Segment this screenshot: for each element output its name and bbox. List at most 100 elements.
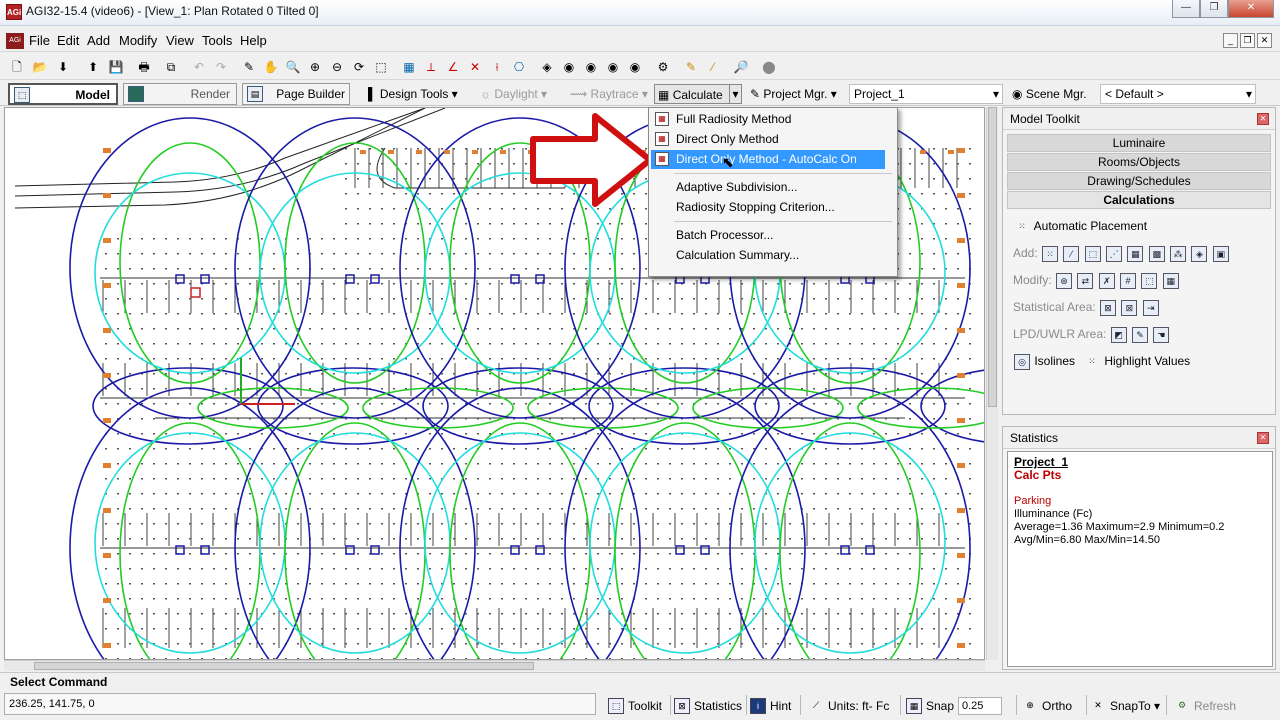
axis-icon[interactable]: ✕ bbox=[466, 58, 484, 76]
project-select[interactable]: Project_1 ▾ bbox=[849, 84, 1003, 104]
calc-point-icon[interactable]: ◈ bbox=[1191, 245, 1208, 262]
menu-view[interactable]: View bbox=[166, 33, 194, 48]
mdi-restore-button[interactable]: ❐ bbox=[1240, 33, 1255, 48]
lpd-edit-icon[interactable]: ✎ bbox=[1132, 326, 1149, 343]
scene-select[interactable]: < Default > ▾ bbox=[1100, 84, 1256, 104]
pan-icon[interactable]: ✋ bbox=[262, 58, 280, 76]
scroll-thumb[interactable] bbox=[34, 662, 534, 670]
toolkit-tab-drawing-schedules[interactable]: Drawing/Schedules bbox=[1007, 172, 1271, 190]
tab-render[interactable]: Render bbox=[123, 83, 237, 105]
toolkit-tab-luminaire[interactable]: Luminaire bbox=[1007, 134, 1271, 152]
snapto-button[interactable]: ✕ SnapTo ▾ bbox=[1088, 695, 1160, 717]
nav-icon-4[interactable]: ◉ bbox=[604, 58, 622, 76]
lpd-chart-icon[interactable]: ◩ bbox=[1110, 326, 1127, 343]
calc-object-icon[interactable]: ▩ bbox=[1148, 245, 1165, 262]
project-manager-button[interactable]: ✎ Project Mgr. ▾ bbox=[750, 84, 837, 104]
new-file-icon[interactable]: 🗋 bbox=[8, 58, 26, 76]
hint-toggle-button[interactable]: i Hint bbox=[748, 695, 791, 717]
daylight-button[interactable]: ☼ Daylight ▾ bbox=[480, 84, 547, 104]
stat-area-icon[interactable]: ⊠ bbox=[1100, 299, 1117, 316]
print-icon[interactable]: 🖶 bbox=[135, 58, 153, 76]
document-menu-icon[interactable]: AGi bbox=[6, 33, 24, 49]
menu-help[interactable]: Help bbox=[240, 33, 267, 48]
menu-item-direct-only[interactable]: ▦ Direct Only Method bbox=[651, 130, 895, 149]
toolkit-tab-calculations[interactable]: Calculations bbox=[1007, 191, 1271, 209]
calc-auto-icon[interactable]: ⁂ bbox=[1170, 245, 1187, 262]
menu-item-direct-only-autocalc[interactable]: ▦ Direct Only Method - AutoCalc On bbox=[651, 150, 885, 169]
menu-edit[interactable]: Edit bbox=[57, 33, 79, 48]
export-icon[interactable]: ⬆ bbox=[84, 58, 102, 76]
lpd-select-icon[interactable]: ☚ bbox=[1153, 326, 1170, 343]
calc-line-icon[interactable]: ⁄ bbox=[1063, 245, 1080, 262]
view-orbit-icon[interactable]: ⟳ bbox=[350, 58, 368, 76]
calc-grid-icon[interactable]: ⁙ bbox=[1042, 245, 1059, 262]
menu-tools[interactable]: Tools bbox=[202, 33, 232, 48]
menu-item-full-radiosity[interactable]: ▦ Full Radiosity Method bbox=[651, 110, 895, 129]
angle-icon[interactable]: ∠ bbox=[444, 58, 462, 76]
pencil-icon[interactable]: ✎ bbox=[240, 58, 258, 76]
close-icon[interactable]: ✕ bbox=[1257, 113, 1269, 125]
view-3d-icon[interactable]: ⬚ bbox=[372, 58, 390, 76]
design-tools-button[interactable]: ▌ Design Tools ▾ bbox=[368, 84, 458, 104]
refresh-button[interactable]: ⚙ Refresh bbox=[1172, 695, 1236, 717]
save-icon[interactable]: 💾 bbox=[107, 58, 125, 76]
nav-icon-1[interactable]: ◈ bbox=[538, 58, 556, 76]
measure-icon[interactable]: ⟂ bbox=[422, 58, 440, 76]
ucs-icon[interactable]: ⟊ bbox=[488, 58, 506, 76]
calc-polygon-icon[interactable]: ⋰ bbox=[1106, 245, 1123, 262]
help-icon[interactable]: ⬤ bbox=[760, 58, 778, 76]
highlight-values-button[interactable]: ⁙ Highlight Values bbox=[1083, 350, 1190, 372]
menu-file[interactable]: File bbox=[29, 33, 50, 48]
render-settings-icon[interactable]: ⚙ bbox=[654, 58, 672, 76]
raytrace-button[interactable]: ⟿ Raytrace ▾ bbox=[570, 84, 648, 104]
snap-value-input[interactable]: 0.25 bbox=[958, 697, 1002, 715]
brush-icon[interactable]: ⁄ bbox=[704, 58, 722, 76]
camera-icon[interactable]: ⎔ bbox=[510, 58, 528, 76]
statistics-toggle-button[interactable]: ⊠ Statistics bbox=[672, 695, 742, 717]
menu-modify[interactable]: Modify bbox=[119, 33, 157, 48]
copy-icon[interactable]: ⧉ bbox=[162, 58, 180, 76]
minimize-button[interactable]: — bbox=[1172, 0, 1200, 18]
nav-icon-2[interactable]: ◉ bbox=[560, 58, 578, 76]
menu-item-adaptive-subdivision[interactable]: Adaptive Subdivision... bbox=[651, 178, 895, 197]
modify-target-icon[interactable]: ⊛ bbox=[1056, 272, 1073, 289]
mdi-close-button[interactable]: ✕ bbox=[1257, 33, 1272, 48]
nav-icon-5[interactable]: ◉ bbox=[626, 58, 644, 76]
modify-array-icon[interactable]: ▦ bbox=[1162, 272, 1179, 289]
modify-move-icon[interactable]: ⇄ bbox=[1077, 272, 1094, 289]
zoom-in-icon[interactable]: ⊕ bbox=[306, 58, 324, 76]
scroll-thumb[interactable] bbox=[988, 107, 997, 407]
scene-manager-button[interactable]: ◉ Scene Mgr. bbox=[1012, 84, 1087, 104]
toolkit-tab-rooms-objects[interactable]: Rooms/Objects bbox=[1007, 153, 1271, 171]
automatic-placement-button[interactable]: ⁙ Automatic Placement bbox=[1013, 215, 1147, 237]
maximize-button[interactable]: ❐ bbox=[1200, 0, 1228, 18]
isolines-button[interactable]: ◎ Isolines bbox=[1013, 350, 1075, 372]
vertical-scrollbar[interactable] bbox=[986, 107, 998, 660]
snap-toggle-button[interactable]: ▦ Snap bbox=[904, 695, 954, 717]
undo-icon[interactable]: ↶ bbox=[190, 58, 208, 76]
zoom-icon[interactable]: 🔍 bbox=[284, 58, 302, 76]
calc-surface-icon[interactable]: ⬚ bbox=[1084, 245, 1101, 262]
import-icon[interactable]: ⬇ bbox=[54, 58, 72, 76]
redo-icon[interactable]: ↷ bbox=[212, 58, 230, 76]
tab-model[interactable]: ⬚ Model bbox=[8, 83, 118, 105]
open-folder-icon[interactable]: 📂 bbox=[31, 58, 49, 76]
toolkit-toggle-button[interactable]: ⬚ Toolkit bbox=[606, 695, 662, 717]
stat-area-delete-icon[interactable]: ⊠ bbox=[1121, 299, 1138, 316]
menu-item-calculation-summary[interactable]: Calculation Summary... bbox=[651, 246, 895, 265]
close-icon[interactable]: ✕ bbox=[1257, 432, 1269, 444]
horizontal-scrollbar[interactable] bbox=[4, 660, 985, 671]
menu-add[interactable]: Add bbox=[87, 33, 110, 48]
edit-object-icon[interactable]: ✎ bbox=[682, 58, 700, 76]
ortho-toggle-button[interactable]: ⊕ Ortho bbox=[1020, 695, 1072, 717]
modify-delete-icon[interactable]: ✗ bbox=[1098, 272, 1115, 289]
menu-item-batch-processor[interactable]: Batch Processor... bbox=[651, 226, 895, 245]
calculate-button[interactable]: ▦ Calculate ▾ bbox=[654, 84, 742, 104]
tab-page-builder[interactable]: ▤ Page Builder bbox=[242, 83, 350, 105]
calc-camera-icon[interactable]: ▣ bbox=[1212, 245, 1229, 262]
stat-area-edit-icon[interactable]: ⇥ bbox=[1142, 299, 1159, 316]
close-button[interactable]: ✕ bbox=[1228, 0, 1274, 18]
mdi-minimize-button[interactable]: _ bbox=[1223, 33, 1238, 48]
calc-room-icon[interactable]: ▦ bbox=[1127, 245, 1144, 262]
modify-select-icon[interactable]: ⬚ bbox=[1141, 272, 1158, 289]
